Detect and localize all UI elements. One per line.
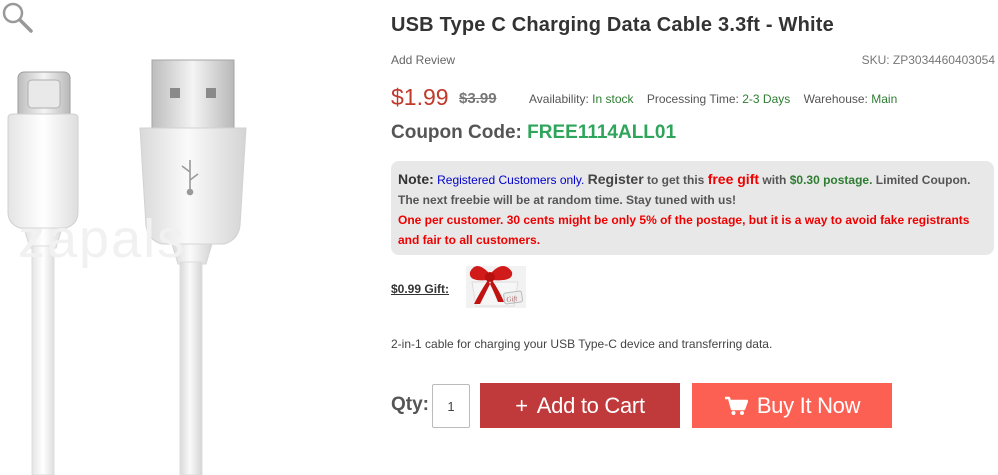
note-box: Note: Registered Customers only. Registe… xyxy=(391,161,994,255)
qty-label: Qty: xyxy=(391,394,429,415)
add-review-link[interactable]: Add Review xyxy=(391,53,455,67)
availability-label: Availability: xyxy=(529,92,589,106)
old-price: $3.99 xyxy=(459,90,497,107)
processing-label: Processing Time: xyxy=(646,92,739,106)
coupon-line: Coupon Code: FREE1114ALL01 xyxy=(391,122,676,144)
plus-icon: + xyxy=(515,392,528,418)
sku-text: SKU: ZP3034460403054 xyxy=(861,53,995,67)
add-to-cart-button[interactable]: + Add to Cart xyxy=(480,383,680,428)
buy-now-label: Buy It Now xyxy=(756,392,861,418)
cart-icon xyxy=(724,396,748,415)
current-price: $1.99 xyxy=(391,84,449,110)
buy-now-button[interactable]: Buy It Now xyxy=(692,383,892,428)
qty-input[interactable] xyxy=(432,384,470,428)
note-postage: $0.30 postage. xyxy=(789,173,873,187)
register-link[interactable]: Register xyxy=(588,171,644,187)
note-get-this: to get this xyxy=(647,173,705,187)
note-free-gift: free gift xyxy=(707,171,760,187)
gift-label: $0.99 Gift: xyxy=(391,282,450,296)
coupon-label: Coupon Code: xyxy=(391,122,522,143)
availability-value: In stock xyxy=(592,92,634,106)
warehouse-value: Main xyxy=(871,92,898,106)
gift-bow-image[interactable]: Gift xyxy=(458,262,528,310)
note-registered: Registered Customers only. xyxy=(437,173,585,187)
warehouse-label: Warehouse: xyxy=(803,92,868,106)
add-to-cart-label: Add to Cart xyxy=(536,392,645,418)
stock-meta: Availability: In stock Processing Time: … xyxy=(529,92,907,106)
product-description: 2-in-1 cable for charging your USB Type-… xyxy=(391,337,773,351)
note-label: Note: xyxy=(398,171,434,187)
coupon-code: FREE1114ALL01 xyxy=(527,122,677,143)
magnifier-icon[interactable] xyxy=(0,0,34,34)
processing-value: 2-3 Days xyxy=(742,92,791,106)
product-title: USB Type C Charging Data Cable 3.3ft - W… xyxy=(391,14,834,36)
note-warning: One per customer. 30 cents might be only… xyxy=(398,213,970,247)
product-image[interactable]: zapals xyxy=(0,0,370,475)
product-info: USB Type C Charging Data Cable 3.3ft - W… xyxy=(391,0,995,475)
note-with: with xyxy=(762,173,787,187)
image-watermark: zapals xyxy=(18,209,187,269)
